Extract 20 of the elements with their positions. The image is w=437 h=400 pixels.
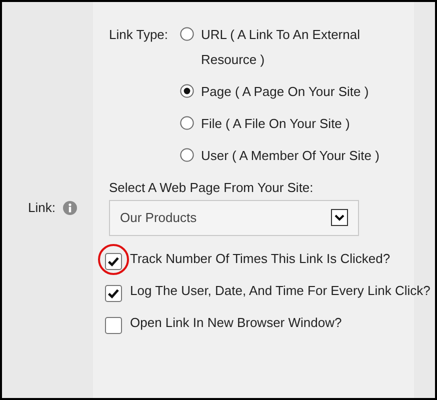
checkbox-label: Log The User, Date, And Time For Every Link Click? xyxy=(130,282,430,300)
radio-button[interactable] xyxy=(180,116,194,130)
option-label: File ( A File On Your Site ) xyxy=(201,115,351,133)
checkbox[interactable] xyxy=(105,252,122,270)
option-label: User ( A Member Of Your Site ) xyxy=(201,147,380,165)
radio-button[interactable] xyxy=(180,84,194,98)
field-label: Link Type: xyxy=(109,26,170,44)
page-dropdown[interactable]: Our Products xyxy=(109,200,359,236)
caret-icon xyxy=(331,209,348,226)
option-label: Page ( A Page On Your Site ) xyxy=(201,83,370,101)
checkbox[interactable] xyxy=(105,284,122,302)
radio-button[interactable] xyxy=(180,148,194,162)
checkbox-label: Open Link In New Browser Window? xyxy=(130,314,342,332)
field-label: Select A Web Page From Your Site: xyxy=(109,179,314,197)
radio-button[interactable] xyxy=(180,27,194,41)
checkbox-label: Track Number Of Times This Link Is Clicked? xyxy=(130,250,390,268)
info-icon[interactable] xyxy=(63,200,78,215)
checkbox[interactable] xyxy=(105,316,122,334)
field-label: Link: xyxy=(28,199,56,217)
option-label: URL ( A Link To An External Resource ) xyxy=(201,26,361,69)
